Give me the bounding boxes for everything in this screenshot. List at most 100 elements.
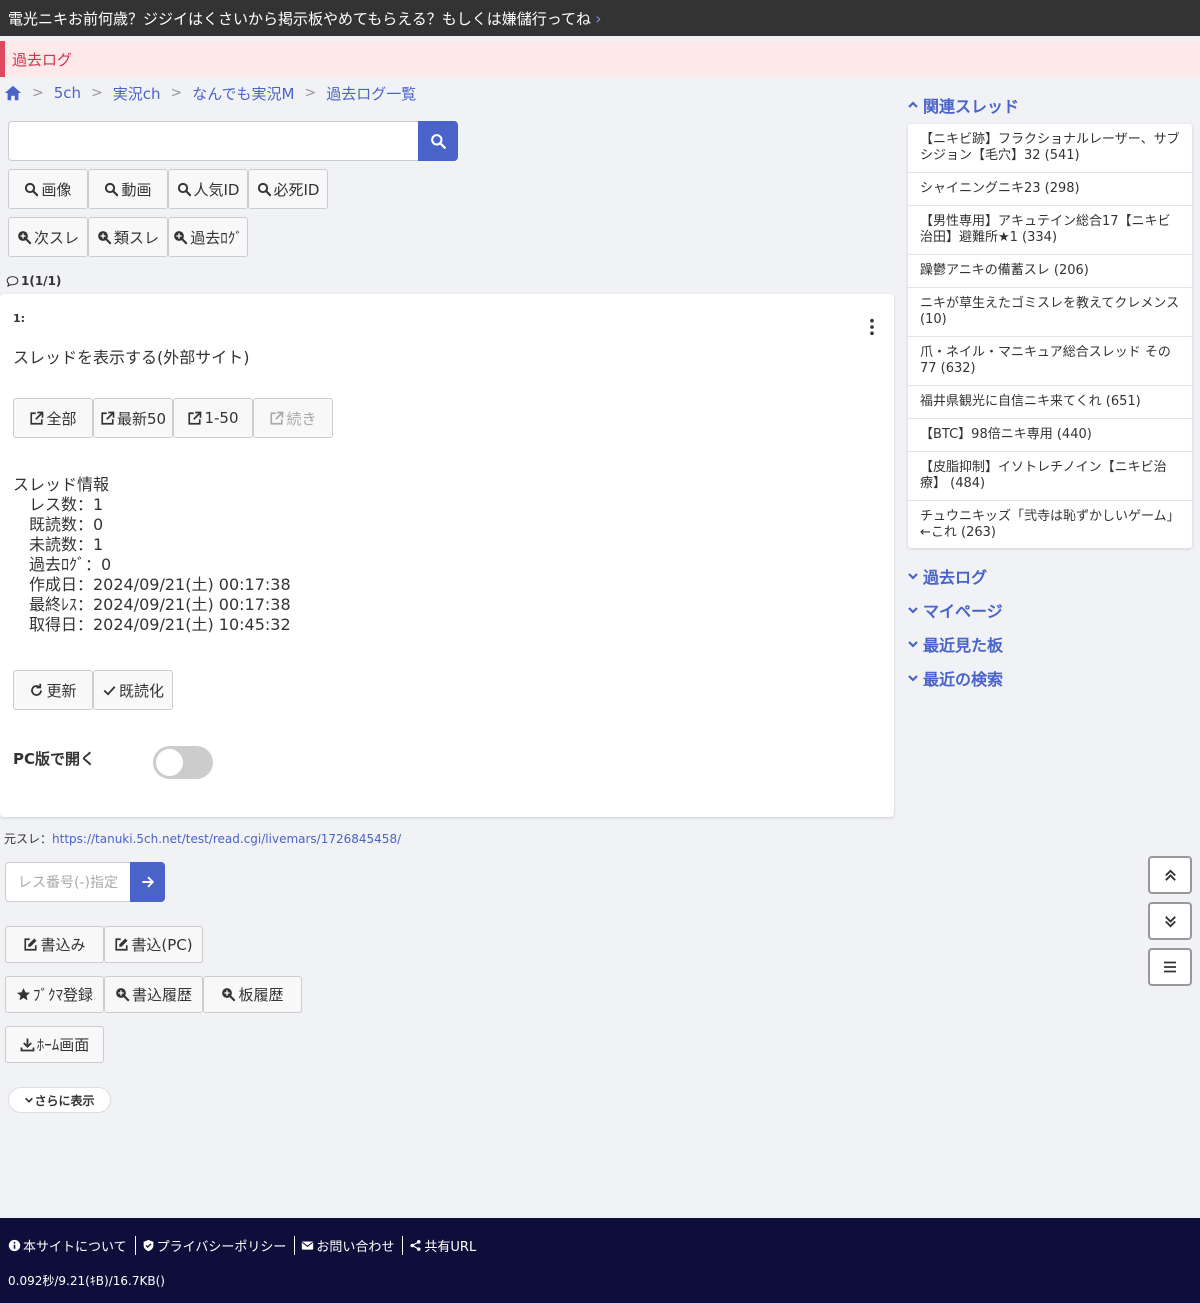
chevron-down-icon: [908, 607, 918, 614]
thread-external-link[interactable]: スレッドを表示する(外部サイト): [13, 344, 250, 368]
search-icon: [257, 182, 271, 196]
button-label: 書込履歴: [131, 986, 192, 1004]
share-icon: [410, 1239, 421, 1251]
related-threads-header[interactable]: 関連スレッド: [907, 93, 1019, 117]
recent-searches-section[interactable]: 最近の検索: [907, 666, 1003, 690]
double-chevron-up-icon: [1164, 868, 1176, 881]
related-thread-item[interactable]: ニキが草生えたゴミスレを教えてクレメンス (10): [908, 288, 1192, 337]
recent-boards-section[interactable]: 最近見た板: [907, 632, 1003, 656]
button-label: 人気ID: [193, 180, 240, 199]
section-title: 最近見た板: [923, 636, 1004, 655]
render-stats: 0.092秒/9.21(ｷB)/16.7KB(): [8, 1274, 165, 1288]
chevron-down-icon: [908, 675, 918, 682]
menu-button[interactable]: [1148, 948, 1192, 986]
related-thread-item[interactable]: 【男性専用】アキュテイン総合17【ニキビ治田】避難所★1 (334): [908, 206, 1192, 255]
breadcrumb-log-list[interactable]: 過去ログ一覧: [326, 83, 416, 104]
search-plus-icon: [174, 230, 188, 244]
related-thread-item[interactable]: 爪・ネイル・マニキュア総合スレッド その77 (632): [908, 337, 1192, 386]
star-icon: [17, 988, 30, 1001]
info-past-log: 過去ﾛｸﾞ：0: [29, 555, 112, 574]
info-created: 作成日：2024/09/21(土) 00:17:38: [29, 575, 291, 594]
source-thread: 元スレ：https://tanuki.5ch.net/test/read.cgi…: [4, 830, 401, 847]
footer: 本サイトについて プライバシーポリシー お問い合わせ 共有URL 0.092秒/…: [0, 1218, 1200, 1303]
scroll-top-button[interactable]: [1148, 856, 1192, 894]
about-link[interactable]: 本サイトについて: [8, 1236, 135, 1255]
write-history-button[interactable]: 書込履歴: [104, 976, 203, 1013]
post-card: 1: スレッドを表示する(外部サイト) 全部 最新50 1-50 続き スレッド…: [0, 294, 894, 817]
similar-thread-button[interactable]: 類スレ: [88, 217, 168, 257]
post-number: 1:: [13, 312, 26, 325]
button-label: 次スレ: [33, 228, 79, 247]
search-bar: [8, 121, 458, 161]
thread-title-bar[interactable]: 電光ニキお前何歳？ジジイはくさいから掲示板やめてもらえる？もしくは嫌儲行ってね …: [0, 0, 1200, 36]
past-log-button[interactable]: 過去ﾛｸﾞ: [168, 217, 248, 257]
view-latest50-button[interactable]: 最新50: [93, 398, 173, 438]
past-log-section[interactable]: 過去ログ: [907, 564, 987, 588]
source-url-link[interactable]: https://tanuki.5ch.net/test/read.cgi/liv…: [52, 832, 401, 846]
breadcrumb: > 5ch > 実況ch > なんでも実況M > 過去ログ一覧: [4, 82, 416, 104]
related-threads-list: 【ニキビ跡】フラクショナルレーザー、サブシジョン【毛穴】32 (541) シャイ…: [908, 124, 1192, 548]
chevron-right-icon: ›: [595, 8, 602, 28]
res-jump-button[interactable]: [130, 862, 165, 902]
button-label: 書込(PC): [131, 936, 193, 954]
search-button[interactable]: [418, 121, 458, 161]
scroll-bottom-button[interactable]: [1148, 902, 1192, 940]
button-label: ﾎｰﾑ画面: [36, 1036, 90, 1054]
desperate-id-button[interactable]: 必死ID: [248, 169, 328, 209]
home-screen-button[interactable]: ﾎｰﾑ画面: [5, 1026, 104, 1063]
toggle-knob: [156, 749, 183, 776]
mark-read-button[interactable]: 既読化: [93, 670, 173, 710]
search-plus-icon: [116, 988, 130, 1002]
info-res-count: レス数：1: [29, 495, 104, 514]
related-thread-item[interactable]: 【BTC】98倍ニキ専用 (440): [908, 419, 1192, 452]
related-thread-item[interactable]: シャイニングニキ23 (298): [908, 173, 1192, 206]
bookmark-button[interactable]: ﾌﾞｸﾏ登録: [5, 976, 104, 1013]
edit-icon: [115, 938, 128, 951]
log-banner: 過去ログ: [0, 41, 1200, 77]
button-label: 動画: [121, 180, 152, 199]
video-search-button[interactable]: 動画: [88, 169, 168, 209]
show-more-button[interactable]: さらに表示: [8, 1087, 111, 1113]
related-threads-title: 関連スレッド: [923, 97, 1020, 116]
pc-version-toggle[interactable]: [153, 746, 213, 779]
button-label: 最新50: [116, 409, 167, 428]
kebab-menu-icon[interactable]: [868, 318, 876, 340]
related-thread-item[interactable]: 【皮脂抑制】イソトレチノイン【ニキビ治療】 (484): [908, 452, 1192, 501]
breadcrumb-5ch[interactable]: 5ch: [54, 84, 81, 102]
res-number-input[interactable]: レス番号(-)指定: [5, 862, 130, 902]
thread-info-title: スレッド情報: [13, 475, 110, 494]
breadcrumb-board[interactable]: なんでも実況M: [192, 83, 294, 104]
related-thread-item[interactable]: 【ニキビ跡】フラクショナルレーザー、サブシジョン【毛穴】32 (541): [908, 124, 1192, 173]
next-thread-button[interactable]: 次スレ: [8, 217, 88, 257]
popular-id-button[interactable]: 人気ID: [168, 169, 248, 209]
write-button[interactable]: 書込み: [5, 926, 104, 963]
section-title: 最近の検索: [923, 670, 1004, 689]
info-unread-count: 未読数：1: [29, 535, 104, 554]
chevron-down-icon: [908, 573, 918, 580]
section-title: 過去ログ: [923, 568, 988, 587]
related-thread-item[interactable]: 躁鬱アニキの備蓄スレ (206): [908, 255, 1192, 288]
search-plus-icon: [18, 230, 32, 244]
contact-link[interactable]: お問い合わせ: [294, 1235, 402, 1255]
board-history-button[interactable]: 板履歴: [203, 976, 302, 1013]
related-thread-item[interactable]: 福井県観光に自信ニキ来てくれ (651): [908, 386, 1192, 419]
refresh-button[interactable]: 更新: [13, 670, 93, 710]
view-all-button[interactable]: 全部: [13, 398, 93, 438]
view-1-50-button[interactable]: 1-50: [173, 398, 253, 438]
info-fetched: 取得日：2024/09/21(土) 10:45:32: [29, 615, 291, 634]
write-pc-button[interactable]: 書込(PC): [104, 926, 203, 963]
privacy-link[interactable]: プライバシーポリシー: [134, 1235, 295, 1255]
download-icon: [20, 1038, 35, 1052]
related-thread-item[interactable]: チュウニキッズ「弐寺は恥ずかしいゲーム」←これ (263): [908, 501, 1192, 548]
share-url-link[interactable]: 共有URL: [402, 1235, 484, 1255]
image-search-button[interactable]: 画像: [8, 169, 88, 209]
external-link-icon: [270, 411, 284, 425]
view-continue-button[interactable]: 続き: [253, 398, 333, 438]
double-chevron-down-icon: [1164, 915, 1176, 928]
mypage-section[interactable]: マイページ: [907, 598, 1003, 622]
search-input[interactable]: [8, 121, 418, 161]
mail-icon: [302, 1240, 314, 1250]
home-icon[interactable]: [4, 84, 22, 102]
breadcrumb-jikkyo[interactable]: 実況ch: [113, 83, 161, 104]
button-label: 過去ﾛｸﾞ: [190, 228, 243, 247]
